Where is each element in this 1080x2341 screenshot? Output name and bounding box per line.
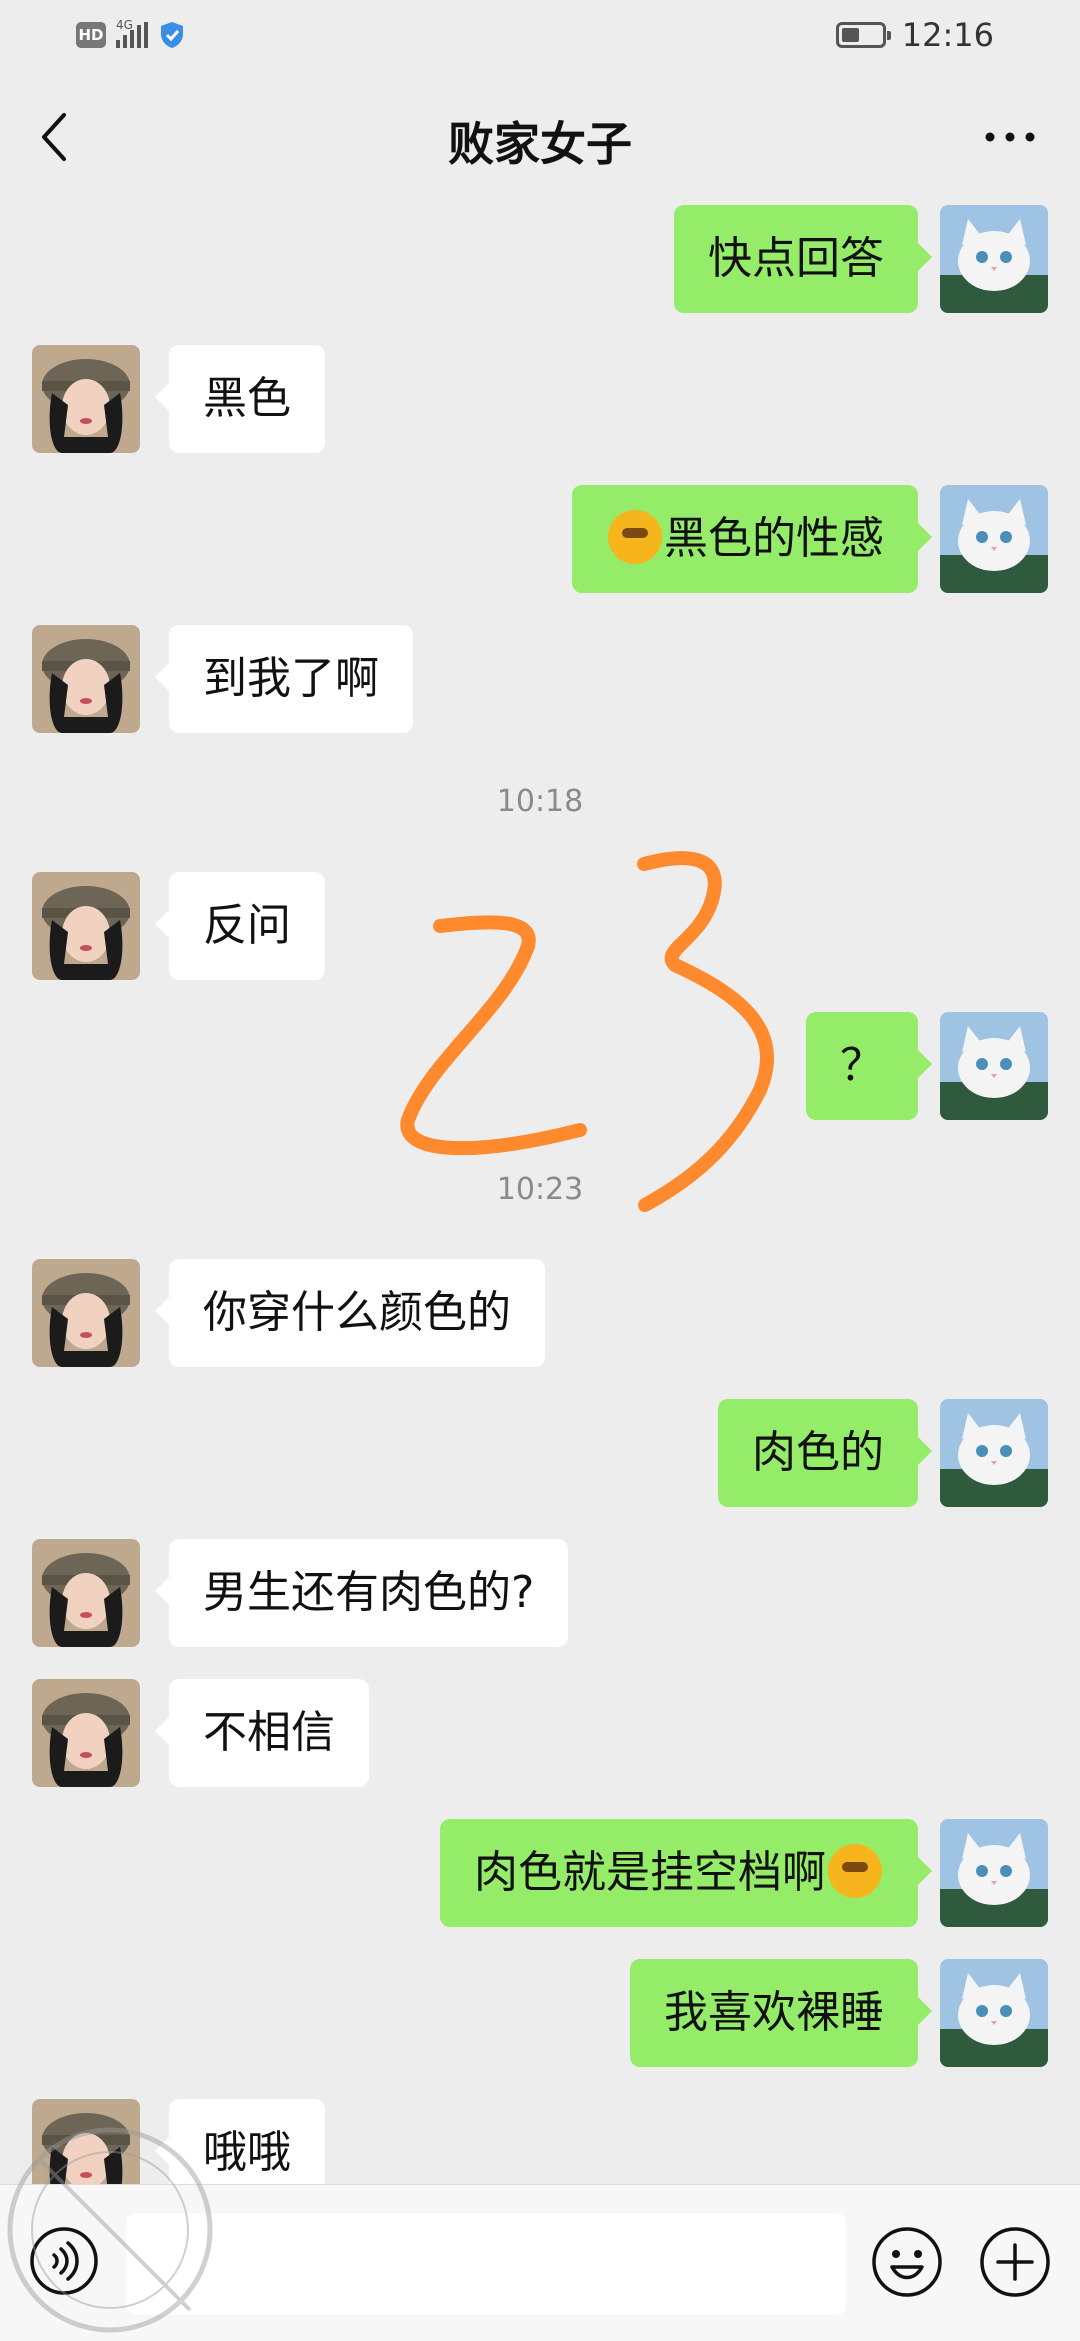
my-avatar[interactable]: [940, 485, 1048, 593]
message-bubble-received[interactable]: 到我了啊: [155, 625, 413, 733]
chat-header: 败家女子: [0, 72, 1080, 202]
message-bubble-sent[interactable]: 我喜欢裸睡: [630, 1959, 932, 2067]
message-text: 黑色的性感: [664, 513, 884, 564]
message-bubble-received[interactable]: 你穿什么颜色的: [155, 1259, 545, 1367]
smiley-icon[interactable]: [870, 2225, 944, 2299]
cat-avatar-image: [940, 205, 1048, 313]
chat-title: 败家女子: [448, 117, 632, 171]
input-bar: [0, 2184, 1080, 2341]
message-bubble-received[interactable]: 男生还有肉色的?: [154, 1539, 569, 1647]
girl-avatar-image: [32, 872, 140, 980]
my-avatar[interactable]: [940, 205, 1048, 313]
timestamp: 10:23: [496, 1172, 584, 1207]
message-bubble-received[interactable]: 黑色: [155, 345, 325, 453]
network-type: 4G: [116, 18, 133, 32]
contact-avatar[interactable]: [32, 1679, 140, 1787]
battery-icon: [835, 22, 891, 48]
girl-avatar-image: [32, 345, 140, 453]
message-bubble-received[interactable]: 反问: [155, 872, 325, 980]
message-text: 肉色就是挂空档啊: [474, 1847, 826, 1898]
girl-avatar-image: [32, 2099, 140, 2184]
message-input[interactable]: [126, 2213, 846, 2315]
message-bubble-sent[interactable]: 快点回答: [674, 205, 932, 313]
cat-avatar-image: [940, 1012, 1048, 1120]
face-with-hand-over-mouth-icon: [608, 510, 662, 564]
shield-icon: [161, 22, 183, 48]
my-avatar[interactable]: [940, 1012, 1048, 1120]
cat-avatar-image: [940, 1819, 1048, 1927]
message-bubble-sent[interactable]: 肉色的: [718, 1399, 932, 1507]
my-avatar[interactable]: [940, 1959, 1048, 2067]
cat-avatar-image: [940, 485, 1048, 593]
voice-icon[interactable]: [28, 2225, 100, 2297]
contact-avatar[interactable]: [32, 872, 140, 980]
contact-avatar[interactable]: [32, 1539, 140, 1647]
contact-avatar[interactable]: [32, 2099, 140, 2184]
cat-avatar-image: [940, 1959, 1048, 2067]
timestamp: 10:18: [496, 784, 584, 819]
contact-avatar[interactable]: [32, 345, 140, 453]
my-avatar[interactable]: [940, 1399, 1048, 1507]
more-horizontal-icon[interactable]: [980, 122, 1040, 152]
message-bubble-sent[interactable]: 黑色的性感: [572, 485, 932, 593]
plus-icon[interactable]: [978, 2225, 1052, 2299]
girl-avatar-image: [32, 625, 140, 733]
message-list[interactable]: 快点回答 黑色 黑色的性感 到我了啊 10:18 反问 ？ 10:23 你穿什么…: [0, 202, 1080, 2184]
hd-icon: HD: [76, 22, 106, 48]
status-time: 12:16: [901, 16, 994, 54]
my-avatar[interactable]: [940, 1819, 1048, 1927]
girl-avatar-image: [32, 1259, 140, 1367]
thinking-face-icon: [828, 1844, 882, 1898]
message-bubble-sent[interactable]: ？: [806, 1012, 932, 1120]
contact-avatar[interactable]: [32, 625, 140, 733]
girl-avatar-image: [32, 1679, 140, 1787]
signal-icon: 4G: [116, 18, 148, 48]
status-bar: HD 4G 12:16: [0, 0, 1080, 72]
contact-avatar[interactable]: [32, 1259, 140, 1367]
girl-avatar-image: [32, 1539, 140, 1647]
cat-avatar-image: [940, 1399, 1048, 1507]
message-bubble-received[interactable]: 不相信: [155, 1679, 369, 1787]
message-bubble-sent[interactable]: 肉色就是挂空档啊: [440, 1819, 932, 1927]
message-bubble-received[interactable]: 哦哦: [155, 2099, 325, 2184]
